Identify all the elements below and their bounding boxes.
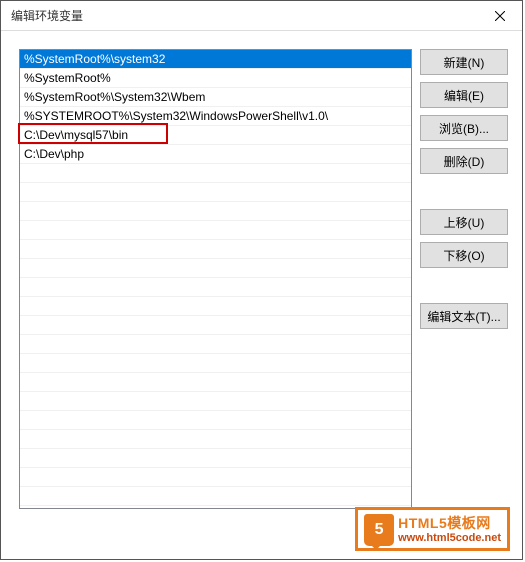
list-item: [20, 373, 411, 392]
watermark: 5 HTML5模板网 www.html5code.net: [355, 507, 510, 551]
button-column: 新建(N) 编辑(E) 浏览(B)... 删除(D) 上移(U) 下移(O) 编…: [420, 49, 508, 545]
list-item: [20, 316, 411, 335]
list-item: [20, 164, 411, 183]
list-item: [20, 335, 411, 354]
list-item: [20, 487, 411, 506]
close-button[interactable]: [477, 1, 522, 31]
list-item: [20, 411, 411, 430]
new-button[interactable]: 新建(N): [420, 49, 508, 75]
html5-badge-icon: 5: [364, 514, 394, 546]
list-item: [20, 183, 411, 202]
dialog-title: 编辑环境变量: [11, 7, 83, 24]
list-item[interactable]: C:\Dev\mysql57\bin: [20, 126, 411, 145]
list-item: [20, 354, 411, 373]
list-item[interactable]: %SystemRoot%\System32\Wbem: [20, 88, 411, 107]
list-item: [20, 240, 411, 259]
edit-button[interactable]: 编辑(E): [420, 82, 508, 108]
list-item[interactable]: %SystemRoot%: [20, 69, 411, 88]
path-listbox[interactable]: %SystemRoot%\system32%SystemRoot%%System…: [19, 49, 412, 509]
watermark-text: HTML5模板网 www.html5code.net: [398, 516, 501, 543]
list-item: [20, 278, 411, 297]
move-down-button[interactable]: 下移(O): [420, 242, 508, 268]
list-item: [20, 392, 411, 411]
watermark-url: www.html5code.net: [398, 532, 501, 544]
environment-variable-dialog: 编辑环境变量 %SystemRoot%\system32%SystemRoot%…: [0, 0, 523, 560]
list-item: [20, 430, 411, 449]
dialog-content: %SystemRoot%\system32%SystemRoot%%System…: [1, 31, 522, 559]
list-item: [20, 202, 411, 221]
list-item: [20, 449, 411, 468]
list-item: [20, 468, 411, 487]
edit-text-button[interactable]: 编辑文本(T)...: [420, 303, 508, 329]
list-item[interactable]: C:\Dev\php: [20, 145, 411, 164]
browse-button[interactable]: 浏览(B)...: [420, 115, 508, 141]
close-icon: [495, 11, 505, 21]
delete-button[interactable]: 删除(D): [420, 148, 508, 174]
titlebar: 编辑环境变量: [1, 1, 522, 31]
list-item: [20, 259, 411, 278]
list-item: [20, 221, 411, 240]
list-item[interactable]: %SystemRoot%\system32: [20, 50, 411, 69]
move-up-button[interactable]: 上移(U): [420, 209, 508, 235]
watermark-title: HTML5模板网: [398, 516, 501, 531]
list-item: [20, 297, 411, 316]
list-item[interactable]: %SYSTEMROOT%\System32\WindowsPowerShell\…: [20, 107, 411, 126]
